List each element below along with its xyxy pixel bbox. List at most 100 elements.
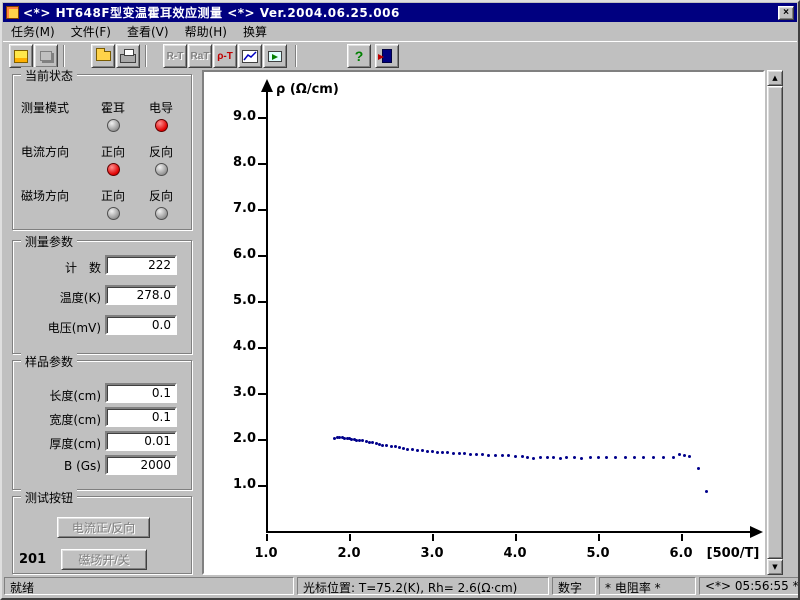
data-point (440, 450, 444, 454)
data-point (597, 456, 600, 460)
toolbar-separator (295, 45, 297, 67)
data-point (683, 453, 687, 457)
field-forward-led[interactable] (107, 207, 120, 220)
x-tick-label: 2.0 (337, 546, 361, 561)
x-tick-label: 4.0 (503, 546, 527, 561)
hall-mode-led[interactable] (107, 119, 120, 132)
rat-curve-icon: RaT (190, 50, 210, 62)
length-input[interactable] (105, 383, 177, 403)
y-tick (258, 117, 266, 119)
current-forward-led[interactable] (107, 163, 120, 176)
temperature-input[interactable] (105, 285, 177, 305)
chart-vertical-scrollbar: ▲ ▼ (767, 70, 783, 575)
graph-icon (242, 49, 258, 63)
status-bar: 就绪 光标位置: T=75.2(K), Rh= 2.6(Ω·cm) 数字 * 电… (4, 575, 798, 597)
data-point (558, 457, 562, 461)
field-dir-label: 磁场方向 (21, 189, 70, 203)
length-label: 长度(cm) (49, 389, 101, 403)
data-point (545, 456, 549, 460)
data-point (463, 452, 467, 456)
data-point (451, 451, 455, 455)
conduct-mode-led[interactable] (155, 119, 168, 132)
data-point (623, 456, 627, 460)
data-point (696, 466, 700, 470)
help-icon: ? (354, 48, 364, 64)
data-point (632, 456, 636, 460)
scroll-down-icon: ▼ (772, 563, 778, 571)
data-point (688, 454, 692, 458)
current-toggle-button[interactable]: 电流正/反向 (57, 517, 150, 538)
exit-button[interactable] (375, 44, 399, 68)
y-axis-label: ρ (Ω/cm) (276, 82, 339, 97)
data-point (526, 456, 530, 460)
stop-button[interactable] (34, 44, 58, 68)
stop-icon (40, 51, 52, 61)
data-point (605, 455, 609, 459)
y-tick-label: 5.0 (232, 293, 256, 308)
toolbar-separator (63, 45, 65, 67)
option-hall-label: 霍耳 (100, 101, 125, 115)
menu-task[interactable]: 任务(M) (3, 21, 63, 42)
data-point (421, 449, 425, 453)
x-axis (266, 531, 754, 533)
export-button[interactable] (263, 44, 287, 68)
thickness-input[interactable] (105, 431, 177, 451)
close-button[interactable]: × (778, 5, 794, 20)
data-point (416, 448, 420, 452)
rho-t-curve-button[interactable]: ρ-T (213, 44, 237, 68)
help-button[interactable]: ? (347, 44, 371, 68)
x-axis-label: [500/T] (706, 546, 760, 561)
exit-door-icon (378, 49, 392, 63)
data-point (406, 447, 410, 451)
open-button[interactable] (91, 44, 115, 68)
data-point (435, 450, 439, 454)
data-point (393, 445, 397, 449)
data-point (532, 457, 536, 461)
data-point (572, 456, 576, 460)
scroll-down-button[interactable]: ▼ (767, 559, 783, 575)
status-cursor-info: 光标位置: T=75.2(K), Rh= 2.6(Ω·cm) (297, 577, 549, 595)
run-icon (14, 49, 28, 63)
print-button[interactable] (116, 44, 140, 68)
menu-bar: 任务(M) 文件(F) 查看(V) 帮助(H) 换算 (3, 22, 797, 41)
title-bar[interactable]: <*> HT648F型变温霍耳效应测量 <*> Ver.2004.06.25.0… (3, 3, 797, 22)
rt-curve-button[interactable]: R-T (163, 44, 187, 68)
scroll-up-icon: ▲ (772, 74, 778, 82)
data-point (494, 453, 498, 457)
data-point (678, 452, 682, 456)
data-point (385, 444, 389, 448)
count-input[interactable] (105, 255, 177, 275)
scroll-thumb[interactable] (767, 86, 783, 559)
voltage-label: 电压(mV) (47, 321, 101, 335)
field-reverse-label: 反向 (148, 189, 173, 203)
menu-convert[interactable]: 换算 (235, 21, 275, 42)
printer-icon (120, 49, 136, 63)
graph-button[interactable] (238, 44, 262, 68)
field-forward-label: 正向 (100, 189, 125, 203)
app-window: <*> HT648F型变温霍耳效应测量 <*> Ver.2004.06.25.0… (0, 0, 800, 600)
rat-curve-button[interactable]: RaT (188, 44, 212, 68)
current-reverse-led[interactable] (155, 163, 168, 176)
menu-view[interactable]: 查看(V) (119, 21, 177, 42)
x-tick (349, 534, 351, 541)
data-point (389, 444, 393, 448)
y-tick-label: 2.0 (232, 431, 256, 446)
bfield-input[interactable] (105, 455, 177, 475)
data-point (411, 448, 415, 452)
voltage-input[interactable] (105, 315, 177, 335)
field-reverse-led[interactable] (155, 207, 168, 220)
field-toggle-button[interactable]: 磁场开/关 (61, 549, 147, 570)
width-input[interactable] (105, 407, 177, 427)
status-time: <*> 05:56:55 * (699, 577, 798, 595)
scroll-up-button[interactable]: ▲ (767, 70, 783, 86)
rho-t-icon: ρ-T (217, 50, 233, 62)
y-tick (258, 485, 266, 487)
resistivity-chart[interactable]: ρ (Ω/cm) [500/T] 9.0 8.0 7.0 6.0 5.0 4.0 3.0 2.… (204, 72, 763, 573)
menu-file[interactable]: 文件(F) (63, 21, 119, 42)
run-button[interactable] (9, 44, 33, 68)
data-point (514, 454, 517, 458)
y-tick (258, 301, 266, 303)
data-point (500, 454, 504, 458)
y-tick-label: 9.0 (232, 109, 256, 124)
menu-help[interactable]: 帮助(H) (177, 21, 235, 42)
